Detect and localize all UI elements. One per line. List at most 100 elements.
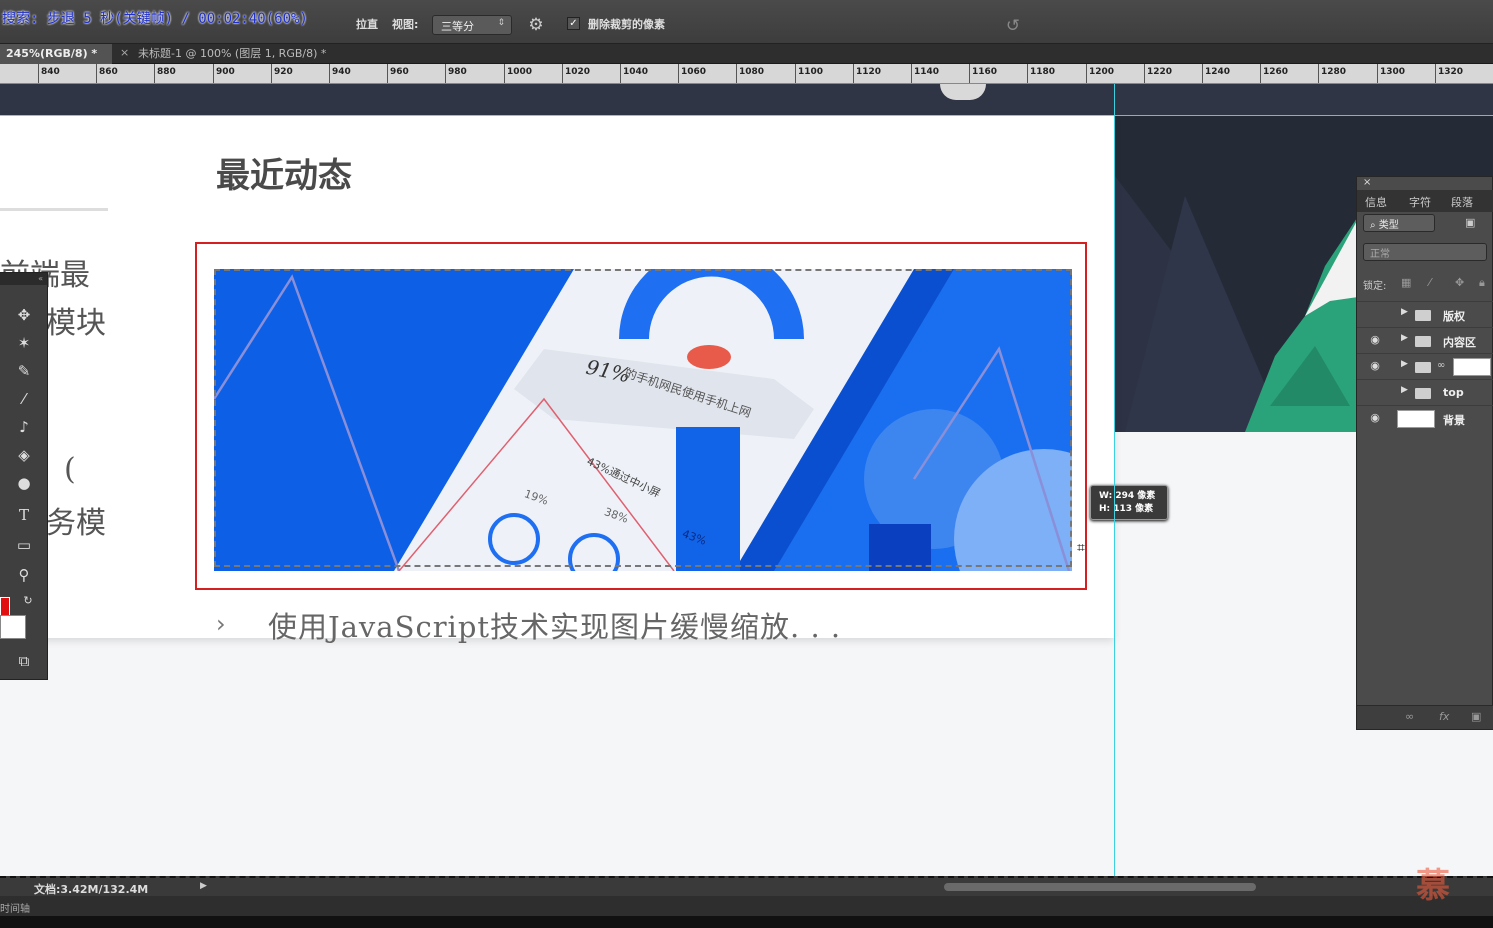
- screen-mode-icon[interactable]: ⧉: [10, 649, 38, 673]
- layer-row[interactable]: ▶ 版权: [1357, 301, 1493, 327]
- tools-panel: « ✥ ✶ ✎ ⁄ ♪ ◈ ● T ▭ ⚲ ↻ ⧉: [0, 272, 48, 680]
- ruler-tick: [445, 64, 446, 83]
- eye-icon[interactable]: ◉: [1367, 333, 1383, 349]
- expand-arrow-icon[interactable]: ▶: [1401, 385, 1408, 395]
- chevron-updown-icon: ⇕: [497, 18, 505, 28]
- history-brush-icon[interactable]: ♪: [10, 415, 38, 439]
- link-layers-icon[interactable]: ∞: [1405, 710, 1414, 723]
- close-icon[interactable]: ×: [1363, 177, 1371, 188]
- left-text-fragment: (: [64, 452, 76, 487]
- layer-row[interactable]: ◉ 背景: [1357, 405, 1493, 431]
- layers-panel: × 信息 字符 段落 ⌕ 类型 ▣ 正常 锁定: ▦ ⁄ ✥ 🔒︎ ▶ 版权 ◉…: [1356, 176, 1493, 730]
- bottom-edge: [0, 916, 1493, 928]
- tab-paragraph[interactable]: 段落: [1451, 194, 1473, 210]
- watermark-logo: 慕: [1416, 866, 1450, 906]
- ruler-label: 1280: [1321, 67, 1347, 77]
- ruler-tick: [1260, 64, 1261, 83]
- guide-line-horizontal-right[interactable]: [1115, 115, 1493, 116]
- selection-highlight: [195, 242, 1087, 590]
- ruler-tick: [620, 64, 621, 83]
- status-bar: 文档:3.42M/132.4M ▶: [0, 876, 1493, 896]
- straighten-button[interactable]: 拉直: [356, 16, 378, 32]
- ruler-tick: [1318, 64, 1319, 83]
- magic-wand-icon[interactable]: ✶: [10, 331, 38, 355]
- ruler-tick: [678, 64, 679, 83]
- timeline-label[interactable]: 时间轴: [0, 900, 30, 915]
- visibility-toggle[interactable]: [1367, 385, 1383, 401]
- blend-mode-select[interactable]: 正常: [1363, 243, 1487, 261]
- ruler-label: 1120: [856, 67, 882, 77]
- ruler-tick: [154, 64, 155, 83]
- view-label: 视图:: [392, 18, 419, 31]
- article-link[interactable]: 使用JavaScript技术实现图片缓慢缩放. . .: [268, 604, 841, 646]
- image-filter-icon[interactable]: ▣: [1465, 216, 1475, 229]
- ruler-label: 1240: [1205, 67, 1231, 77]
- expand-arrow-icon[interactable]: ▶: [1401, 307, 1408, 317]
- canvas-area[interactable]: 最近动态 前端最 模块 ( 务模: [0, 84, 1493, 876]
- ruler-tick: [213, 64, 214, 83]
- lock-pixels-icon[interactable]: ⁄: [1429, 276, 1431, 289]
- ruler-tick: [969, 64, 970, 83]
- paint-bucket-icon[interactable]: ◈: [10, 443, 38, 467]
- eyedropper-icon[interactable]: ✎: [10, 359, 38, 383]
- layer-row[interactable]: ▶ top: [1357, 379, 1493, 405]
- gear-icon[interactable]: ⚙: [526, 15, 546, 35]
- tab-info[interactable]: 信息: [1365, 194, 1387, 210]
- ruler-tick: [1435, 64, 1436, 83]
- eye-icon[interactable]: ◉: [1367, 411, 1383, 427]
- collapse-icon[interactable]: «: [0, 273, 47, 285]
- swap-colors-icon[interactable]: ↻: [14, 589, 42, 613]
- tooltip-height: H: 113 像素: [1099, 504, 1154, 514]
- mask-thumbnail[interactable]: [1453, 358, 1491, 376]
- ruler-label: 900: [216, 67, 235, 77]
- layer-row[interactable]: ◉ ▶ 内容区: [1357, 327, 1493, 353]
- lock-all-icon[interactable]: 🔒︎: [1479, 276, 1485, 290]
- brush-icon[interactable]: ⁄: [10, 387, 38, 411]
- reset-icon[interactable]: ↺: [1002, 15, 1024, 37]
- dodge-icon[interactable]: ●: [10, 471, 38, 495]
- horizontal-ruler[interactable]: 840 860 880 900 920 940 960 980 1000 1020 1040 1060…: [0, 64, 1493, 84]
- type-tool-icon[interactable]: T: [10, 503, 38, 527]
- horizontal-scrollbar[interactable]: [944, 883, 1256, 891]
- view-select[interactable]: 三等分 ⇕: [432, 15, 512, 35]
- expand-arrow-icon[interactable]: ▶: [1401, 333, 1408, 343]
- guide-line-vertical[interactable]: [1114, 84, 1115, 876]
- ruler-label: 1180: [1030, 67, 1056, 77]
- timeline-bar: 时间轴: [0, 896, 1493, 916]
- ruler-label: 960: [390, 67, 409, 77]
- rectangle-tool-icon[interactable]: ▭: [10, 533, 38, 557]
- tab-document-2[interactable]: 未标题-1 @ 100% (图层 1, RGB/8) *: [132, 44, 332, 64]
- lock-transparent-icon[interactable]: ▦: [1401, 276, 1411, 289]
- expand-arrow-icon[interactable]: ▶: [1401, 359, 1408, 369]
- photoshop-window: 搜索: 步退 5 秒(关键帧) / 00:02:40(60%) 拉直 视图: 三…: [0, 0, 1493, 928]
- mask-icon[interactable]: ▣: [1471, 710, 1481, 723]
- ruler-tick: [1377, 64, 1378, 83]
- fx-icon[interactable]: fx: [1439, 710, 1449, 723]
- chevron-right-icon: ›: [216, 610, 226, 638]
- tab-document-1[interactable]: 245%(RGB/8) *: [0, 44, 112, 64]
- ruler-tick: [1202, 64, 1203, 83]
- background-color-swatch[interactable]: [0, 615, 26, 639]
- layer-name: 内容区: [1443, 336, 1476, 349]
- ruler-tick: [736, 64, 737, 83]
- visibility-toggle[interactable]: [1367, 307, 1383, 323]
- delete-cropped-checkbox[interactable]: ✓: [567, 17, 580, 30]
- layer-filter-select[interactable]: ⌕ 类型: [1363, 214, 1435, 232]
- zoom-icon[interactable]: ⚲: [10, 563, 38, 587]
- folder-icon: [1415, 388, 1431, 399]
- layer-row[interactable]: ◉ ▶ ∞: [1357, 353, 1493, 379]
- move-tool-icon[interactable]: ✥: [10, 303, 38, 327]
- ruler-tick: [1086, 64, 1087, 83]
- ruler-label: 1260: [1263, 67, 1289, 77]
- status-menu-arrow-icon[interactable]: ▶: [200, 881, 207, 891]
- eye-icon[interactable]: ◉: [1367, 359, 1383, 375]
- ruler-tick: [329, 64, 330, 83]
- close-icon[interactable]: ×: [120, 46, 129, 59]
- ruler-label: 1160: [972, 67, 998, 77]
- layer-filter-value: 类型: [1378, 220, 1399, 231]
- lock-position-icon[interactable]: ✥: [1455, 276, 1464, 289]
- left-text-fragment: 务模: [46, 506, 106, 541]
- ruler-label: 1080: [739, 67, 765, 77]
- folder-icon: [1415, 310, 1431, 321]
- tab-character[interactable]: 字符: [1409, 194, 1431, 210]
